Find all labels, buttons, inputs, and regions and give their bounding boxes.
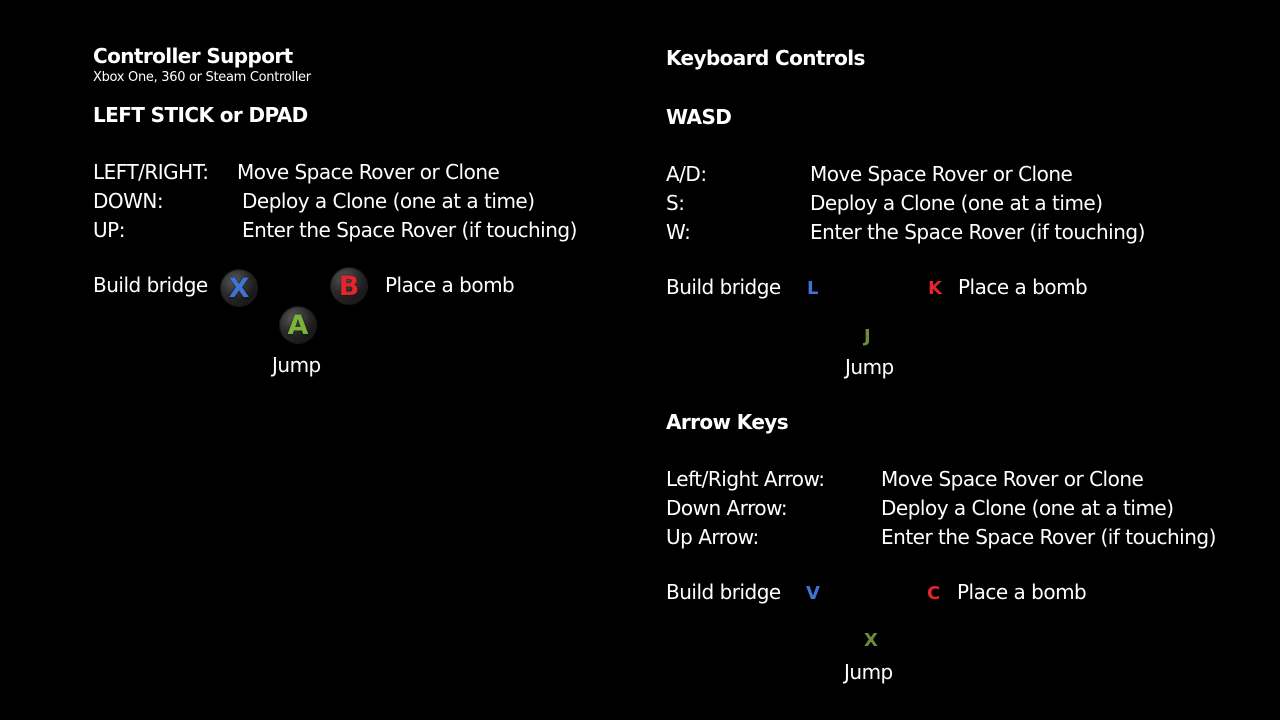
wasd-heading: WASD — [666, 105, 732, 129]
binding-key: UP: — [93, 218, 125, 242]
bomb-key: K — [928, 278, 942, 299]
bomb-key: C — [927, 583, 941, 604]
jump-label: Jump — [272, 353, 321, 377]
binding-key: DOWN: — [93, 189, 164, 213]
xbox-b-button-icon: B — [331, 268, 367, 304]
binding-action: Move Space Rover or Clone — [237, 160, 500, 184]
binding-key: LEFT/RIGHT: — [93, 160, 209, 184]
place-bomb-label: Place a bomb — [957, 580, 1087, 604]
build-bridge-label: Build bridge — [666, 275, 781, 299]
binding-action: Move Space Rover or Clone — [810, 162, 1073, 186]
jump-label: Jump — [844, 660, 893, 684]
controller-subtitle: Xbox One, 360 or Steam Controller — [93, 70, 311, 85]
binding-key: A/D: — [666, 162, 707, 186]
jump-key: J — [864, 326, 871, 347]
binding-action: Deploy a Clone (one at a time) — [242, 189, 535, 213]
keyboard-title: Keyboard Controls — [666, 46, 865, 70]
binding-action: Enter the Space Rover (if touching) — [810, 220, 1145, 244]
binding-key: Up Arrow: — [666, 525, 759, 549]
binding-action: Move Space Rover or Clone — [881, 467, 1144, 491]
jump-label: Jump — [845, 355, 894, 379]
binding-action: Deploy a Clone (one at a time) — [881, 496, 1174, 520]
jump-key: X — [864, 630, 878, 651]
binding-action: Enter the Space Rover (if touching) — [881, 525, 1216, 549]
binding-key: Down Arrow: — [666, 496, 788, 520]
binding-action: Enter the Space Rover (if touching) — [242, 218, 577, 242]
binding-key: W: — [666, 220, 691, 244]
controller-title: Controller Support — [93, 44, 293, 68]
build-key: L — [807, 278, 819, 299]
arrow-keys-heading: Arrow Keys — [666, 410, 789, 434]
place-bomb-label: Place a bomb — [958, 275, 1088, 299]
xbox-a-button-icon: A — [280, 307, 316, 343]
build-bridge-label: Build bridge — [93, 273, 208, 297]
stick-heading: LEFT STICK or DPAD — [93, 103, 308, 127]
build-bridge-label: Build bridge — [666, 580, 781, 604]
binding-key: S: — [666, 191, 685, 215]
binding-action: Deploy a Clone (one at a time) — [810, 191, 1103, 215]
xbox-x-button-icon: X — [221, 270, 257, 306]
place-bomb-label: Place a bomb — [385, 273, 515, 297]
binding-key: Left/Right Arrow: — [666, 467, 825, 491]
build-key: V — [806, 583, 820, 604]
